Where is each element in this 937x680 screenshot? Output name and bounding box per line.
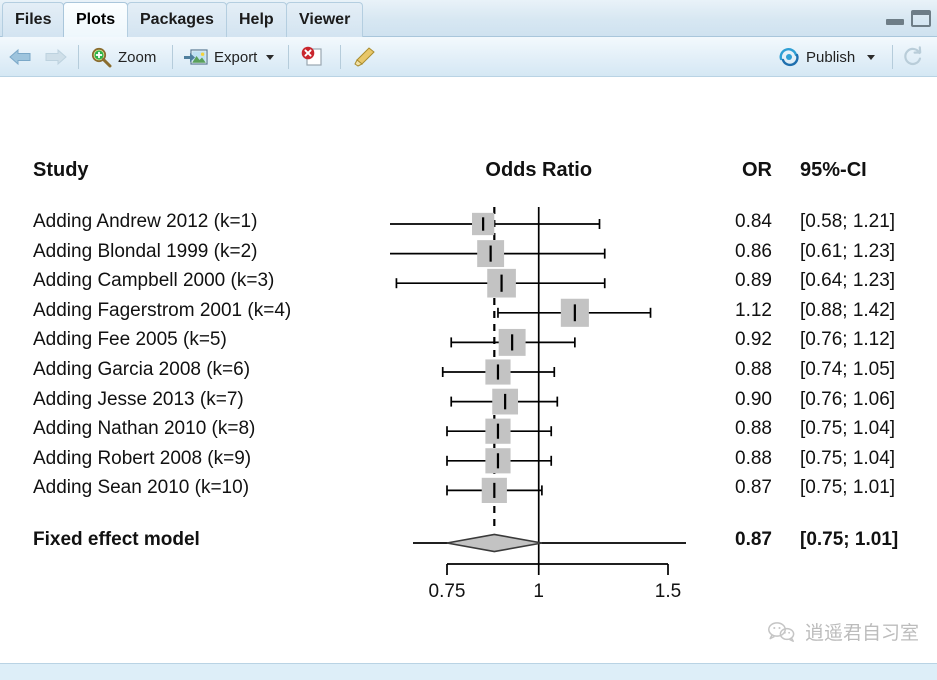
or-value: 0.88: [735, 418, 772, 440]
back-arrow-icon: [9, 48, 31, 66]
tab-packages[interactable]: Packages: [127, 2, 227, 37]
tab-help[interactable]: Help: [226, 2, 287, 37]
column-header-ci: 95%-CI: [800, 159, 867, 181]
refresh-icon: [904, 46, 922, 65]
or-value: 0.92: [735, 329, 772, 351]
ci-value: [0.64; 1.23]: [800, 270, 896, 292]
zoom-button[interactable]: Zoom: [90, 37, 156, 77]
ci-value: [0.61; 1.23]: [800, 240, 896, 262]
ci-value: [0.76; 1.12]: [800, 329, 896, 351]
clear-all-plots-icon: [354, 47, 375, 67]
study-label: Adding Garcia 2008 (k=6): [33, 359, 251, 380]
export-label: Export: [214, 48, 258, 66]
export-image-icon: [184, 49, 208, 65]
column-header-or: OR: [742, 159, 772, 181]
forest-row: [446, 418, 553, 444]
remove-plot-icon: [301, 46, 322, 66]
wechat-icon: [768, 621, 795, 642]
pane-bottom-bar: [0, 663, 937, 680]
forest-row: [395, 268, 606, 298]
publish-icon: [779, 48, 799, 67]
or-value: 1.12: [735, 299, 772, 321]
or-value: 0.84: [735, 211, 772, 232]
zoom-label: Zoom: [118, 48, 157, 66]
tab-packages-label: Packages: [140, 11, 214, 28]
summary-or-value: 0.87: [735, 529, 772, 550]
magnifier-icon: [91, 47, 112, 68]
forward-button[interactable]: [42, 37, 68, 77]
forest-row: [390, 240, 606, 268]
export-button[interactable]: Export: [184, 37, 275, 77]
forest-row: [497, 298, 652, 327]
column-header-odds-ratio: Odds Ratio: [485, 159, 593, 181]
x-axis: [446, 563, 669, 575]
ci-value: [0.75; 1.04]: [800, 447, 896, 469]
ci-value: [0.88; 1.42]: [800, 299, 896, 321]
or-value: 0.89: [735, 270, 772, 292]
x-axis-tick-label: 1: [533, 581, 545, 602]
minimize-icon[interactable]: [886, 19, 904, 25]
forest-row: [446, 477, 543, 503]
tab-files-label: Files: [15, 11, 52, 28]
remove-plot-button[interactable]: [300, 37, 326, 77]
tab-viewer-label: Viewer: [299, 11, 351, 28]
summary-ci-value: [0.75; 1.01]: [800, 529, 899, 550]
forest-plot: Study Odds Ratio OR 95%-CI Adding Andrew 201…: [0, 77, 937, 663]
refresh-button[interactable]: [902, 37, 924, 77]
column-header-study: Study: [33, 159, 89, 181]
forest-row: [450, 328, 576, 356]
or-value: 0.87: [735, 477, 772, 499]
tab-plots-label: Plots: [76, 11, 116, 28]
publish-label: Publish: [806, 48, 856, 66]
ci-value: [0.58; 1.21]: [800, 211, 896, 232]
pane-tab-bar: Files Plots Packages Help Viewer: [0, 0, 937, 37]
rstudio-plots-pane: Files Plots Packages Help Viewer Zoom Ex…: [0, 0, 937, 680]
chevron-down-icon[interactable]: [867, 54, 876, 60]
study-label: Adding Nathan 2010 (k=8): [33, 418, 256, 440]
maximize-icon[interactable]: [911, 10, 931, 27]
summary-label: Fixed effect model: [33, 529, 200, 550]
study-label: Adding Blondal 1999 (k=2): [33, 240, 258, 262]
study-label: Adding Sean 2010 (k=10): [33, 477, 250, 499]
x-axis-tick-label: 0.75: [428, 581, 466, 602]
study-label: Adding Robert 2008 (k=9): [33, 447, 252, 469]
tab-viewer[interactable]: Viewer: [286, 2, 364, 37]
window-controls: [886, 10, 931, 27]
ci-value: [0.75; 1.01]: [800, 477, 896, 499]
study-label: Adding Fagerstrom 2001 (k=4): [33, 299, 292, 321]
forest-row: [446, 448, 553, 474]
publish-button[interactable]: Publish: [778, 37, 876, 77]
chevron-down-icon[interactable]: [266, 54, 275, 60]
watermark-text: 逍遥君自习室: [804, 622, 919, 644]
back-button[interactable]: [8, 37, 34, 77]
or-value: 0.88: [735, 359, 772, 380]
study-label: Adding Andrew 2012 (k=1): [33, 211, 258, 232]
tab-plots[interactable]: Plots: [63, 2, 129, 37]
forest-row: [390, 212, 601, 236]
plots-toolbar: Zoom Export Publish: [0, 37, 937, 77]
study-label: Adding Fee 2005 (k=5): [33, 329, 227, 351]
ci-value: [0.76; 1.06]: [800, 388, 896, 410]
forest-row: [450, 388, 559, 415]
summary-diamond: [413, 533, 686, 553]
watermark: 逍遥君自习室: [766, 618, 919, 645]
or-value: 0.88: [735, 447, 772, 469]
clear-all-plots-button[interactable]: [352, 37, 378, 77]
ci-value: [0.74; 1.05]: [800, 359, 896, 380]
tab-files[interactable]: Files: [2, 2, 65, 37]
ci-value: [0.75; 1.04]: [800, 418, 896, 440]
plot-output-area: Study Odds Ratio OR 95%-CI Adding Andrew 201…: [0, 77, 937, 663]
study-label: Adding Campbell 2000 (k=3): [33, 270, 275, 292]
or-value: 0.90: [735, 388, 772, 410]
tab-help-label: Help: [239, 11, 274, 28]
or-value: 0.86: [735, 240, 772, 262]
study-label: Adding Jesse 2013 (k=7): [33, 388, 244, 410]
x-axis-tick-label: 1.5: [654, 581, 682, 602]
forward-arrow-icon: [45, 48, 67, 66]
forest-row: [441, 359, 556, 385]
